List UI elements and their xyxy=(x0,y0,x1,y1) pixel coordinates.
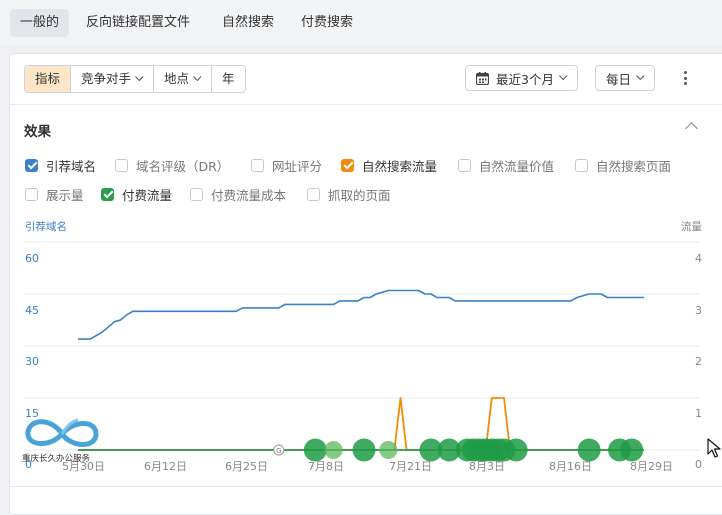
mouse-cursor-icon xyxy=(707,438,721,458)
paid-traffic-marker xyxy=(379,441,398,459)
paid-traffic-marker xyxy=(504,438,528,462)
paid-traffic-marker xyxy=(352,438,376,462)
series-line xyxy=(78,289,644,340)
performance-chart[interactable]: G xyxy=(0,0,722,497)
annotation-marker-label: G xyxy=(276,447,281,455)
paid-traffic-marker xyxy=(577,438,601,462)
paid-traffic-marker xyxy=(324,441,343,459)
divider xyxy=(10,486,722,487)
paid-traffic-marker xyxy=(303,438,327,462)
watermark-text: 重庆长久办公服务 xyxy=(22,454,91,464)
paid-traffic-marker xyxy=(620,438,644,462)
